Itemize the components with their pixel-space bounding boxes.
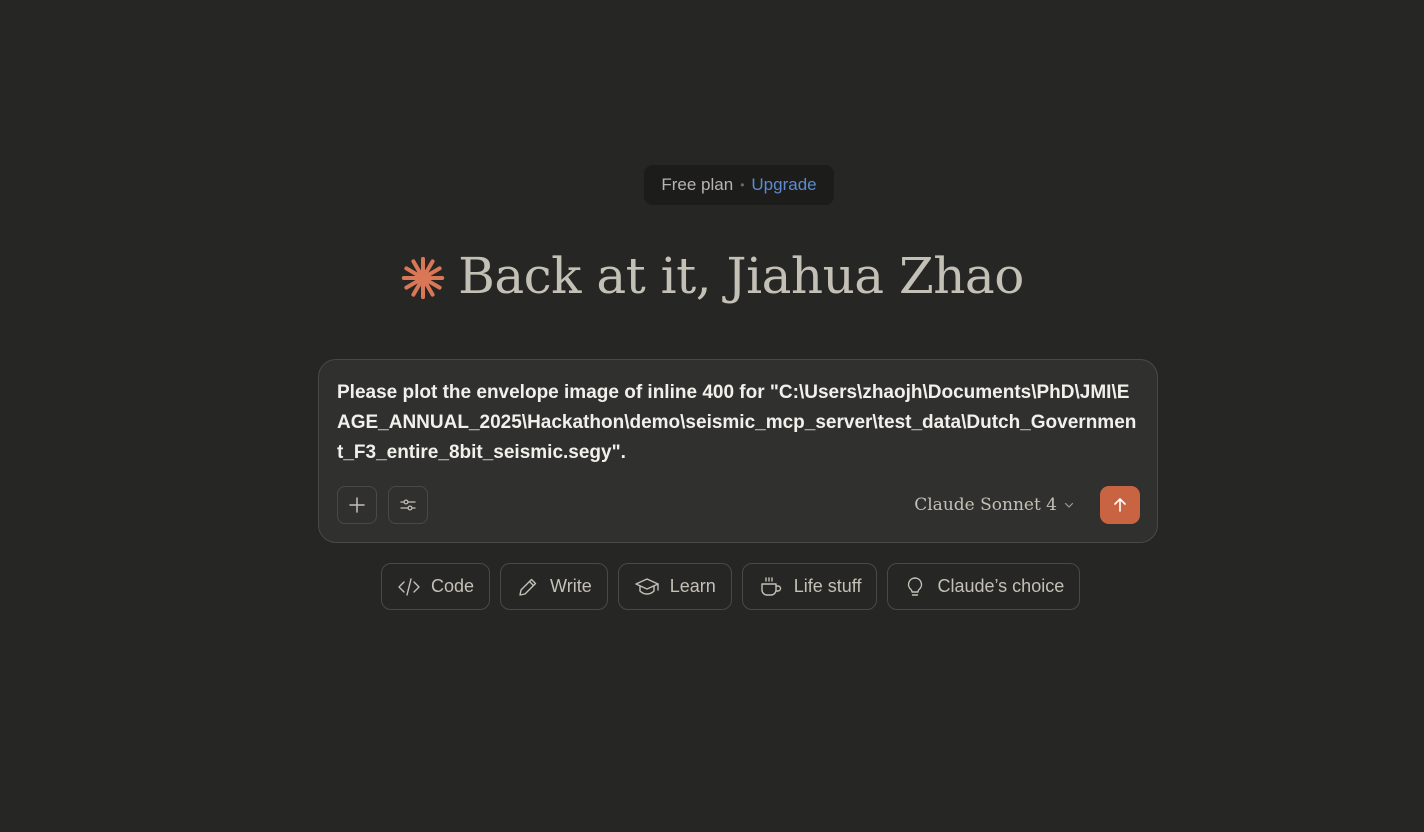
- claude-spark-icon: [401, 256, 445, 300]
- model-label: Claude Sonnet 4: [914, 495, 1057, 515]
- greeting: Back at it, Jiahua Zhao: [0, 240, 1424, 312]
- plus-icon: [349, 497, 365, 513]
- graduation-cap-icon: [635, 577, 659, 595]
- chip-label: Code: [431, 576, 475, 596]
- model-selector[interactable]: Claude Sonnet 4: [914, 491, 1075, 519]
- plan-separator: •: [740, 178, 745, 192]
- pencil-icon: [519, 578, 537, 596]
- chip-label: Claude’s choice: [937, 576, 1065, 596]
- greeting-title: Back at it, Jiahua Zhao: [458, 247, 1024, 305]
- coffee-cup-icon: [761, 576, 781, 596]
- message-composer: Please plot the envelope image of inline…: [318, 359, 1158, 543]
- lightbulb-icon: [908, 576, 923, 596]
- plan-label: Free plan: [661, 175, 734, 194]
- add-attachment-button[interactable]: [337, 486, 377, 524]
- page: Free plan • Upgrade Back at it, Jiahua Z…: [0, 0, 1424, 832]
- chip-code[interactable]: Code: [381, 563, 491, 610]
- arrow-up-icon: [1114, 498, 1126, 512]
- chip-claudes-choice[interactable]: Claude’s choice: [887, 563, 1081, 610]
- chip-label: Life stuff: [793, 576, 862, 596]
- code-icon: [398, 577, 420, 596]
- chip-label: Learn: [669, 576, 716, 596]
- chip-label: Write: [550, 576, 592, 596]
- chip-write[interactable]: Write: [500, 563, 608, 610]
- plan-badge: Free plan • Upgrade: [644, 165, 834, 205]
- send-button[interactable]: [1100, 486, 1140, 524]
- sliders-icon: [400, 499, 416, 511]
- message-input[interactable]: Please plot the envelope image of inline…: [337, 378, 1139, 468]
- chip-learn[interactable]: Learn: [617, 563, 732, 610]
- upgrade-link[interactable]: Upgrade: [751, 175, 816, 195]
- tools-button[interactable]: [388, 486, 428, 524]
- suggestion-chips: Code Write Learn Life stuff Claude’s cho…: [381, 563, 1081, 610]
- chip-life-stuff[interactable]: Life stuff: [741, 563, 878, 610]
- chevron-down-icon: [1064, 502, 1074, 508]
